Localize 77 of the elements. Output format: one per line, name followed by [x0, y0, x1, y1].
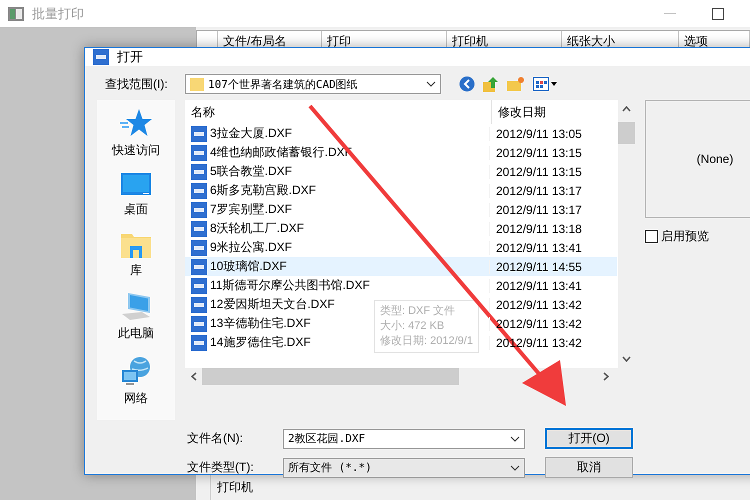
cad-file-icon	[191, 144, 207, 160]
app-icon	[8, 6, 24, 20]
file-item[interactable]: 8沃轮机工厂.DXF	[191, 220, 304, 237]
folder-dropdown[interactable]: 107个世界著名建筑的CAD图纸	[185, 74, 441, 94]
checkbox[interactable]	[645, 230, 658, 243]
dialog-button[interactable]: 打开(O)	[545, 428, 633, 449]
file-name-field[interactable]: 2教区花园.DXF	[283, 428, 525, 448]
group-title: 打印机	[217, 480, 253, 494]
globe-icon	[120, 356, 152, 386]
dialog-title: 打开	[117, 48, 143, 66]
cad-file-icon	[191, 126, 207, 142]
tooltip-line: 修改日期: 2012/9/1	[380, 334, 473, 349]
cad-file-icon	[191, 316, 207, 332]
chevron-icon	[510, 436, 520, 442]
modified-date: 2012/9/11 13:17	[489, 202, 582, 216]
folder-icon	[121, 232, 151, 258]
column-header[interactable]: 名称	[185, 104, 491, 120]
monitor-icon	[121, 173, 151, 197]
computer-icon	[120, 293, 152, 321]
file-type-dropdown[interactable]: 所有文件 (*.*)	[283, 458, 525, 478]
place-item[interactable]: 桌面	[121, 173, 151, 218]
file-item[interactable]: 12爱因斯坦天文台.DXF	[191, 296, 335, 313]
chevron-icon	[510, 464, 520, 470]
scroll-thumb[interactable]	[202, 368, 459, 385]
cad-file-icon	[191, 202, 207, 218]
cad-file-icon	[191, 278, 207, 294]
file-item[interactable]: 5联合教堂.DXF	[191, 163, 292, 180]
place-item[interactable]: 此电脑	[118, 293, 154, 342]
chevron-icon	[426, 81, 436, 87]
field-label: 文件类型(T):	[187, 459, 255, 476]
field-label: 文件名(N):	[187, 430, 244, 447]
file-item[interactable]: 6斯多克勒宫殿.DXF	[191, 182, 316, 199]
window-title: 批量打印	[32, 4, 85, 22]
cad-file-icon	[191, 182, 207, 198]
modified-date: 2012/9/11 13:15	[489, 164, 582, 178]
scroll-up-icon[interactable]	[622, 106, 631, 112]
modified-date: 2012/9/11 13:42	[489, 298, 582, 312]
modified-date: 2012/9/11 13:17	[489, 184, 582, 198]
dialog-button[interactable]: 取消	[545, 457, 633, 478]
preview-text: (None)	[696, 152, 734, 166]
view-menu-icon[interactable]	[533, 77, 557, 91]
scroll-thumb[interactable]	[618, 122, 635, 144]
file-item[interactable]: 10玻璃馆.DXF	[191, 258, 287, 275]
tooltip-line: 大小: 472 KB	[380, 319, 446, 334]
modified-date: 2012/9/11 14:55	[489, 260, 582, 274]
scroll-right-icon[interactable]	[603, 372, 609, 381]
file-item[interactable]: 14施罗德住宅.DXF	[191, 334, 311, 351]
star-icon	[119, 108, 153, 138]
checkbox-label: 启用预览	[661, 228, 709, 245]
cad-file-icon	[191, 296, 207, 312]
scroll-down-icon[interactable]	[622, 356, 631, 362]
file-item[interactable]: 9米拉公寓.DXF	[191, 239, 292, 256]
modified-date: 2012/9/11 13:18	[489, 222, 582, 236]
modified-date: 2012/9/11 13:41	[489, 240, 582, 254]
place-item[interactable]: 库	[121, 232, 151, 279]
scroll-left-icon[interactable]	[191, 372, 197, 381]
modified-date: 2012/9/11 13:41	[489, 278, 582, 292]
column-header[interactable]: 修改日期	[491, 100, 546, 124]
file-item[interactable]: 11斯德哥尔摩公共图书馆.DXF	[191, 277, 370, 294]
file-item[interactable]: 13辛德勒住宅.DXF	[191, 315, 311, 332]
tooltip-line: 类型: DXF 文件	[380, 304, 456, 319]
cad-file-icon	[191, 240, 207, 256]
up-folder-icon[interactable]	[483, 76, 499, 92]
place-item[interactable]: 快速访问	[112, 108, 160, 159]
file-item[interactable]: 7罗宾别墅.DXF	[191, 201, 292, 218]
place-item[interactable]: 网络	[120, 356, 152, 407]
modified-date: 2012/9/11 13:05	[489, 126, 582, 140]
back-icon[interactable]	[459, 76, 475, 92]
field-label: 查找范围(I):	[105, 76, 169, 92]
file-item[interactable]: 3拉金大厦.DXF	[191, 125, 292, 142]
maximize-icon[interactable]	[712, 8, 724, 20]
cad-file-icon	[191, 220, 207, 236]
modified-date: 2012/9/11 13:15	[489, 146, 582, 160]
cad-file-icon	[191, 334, 207, 350]
folder-icon	[190, 77, 204, 91]
cad-file-icon	[191, 164, 207, 180]
cad-file-icon	[191, 258, 207, 274]
